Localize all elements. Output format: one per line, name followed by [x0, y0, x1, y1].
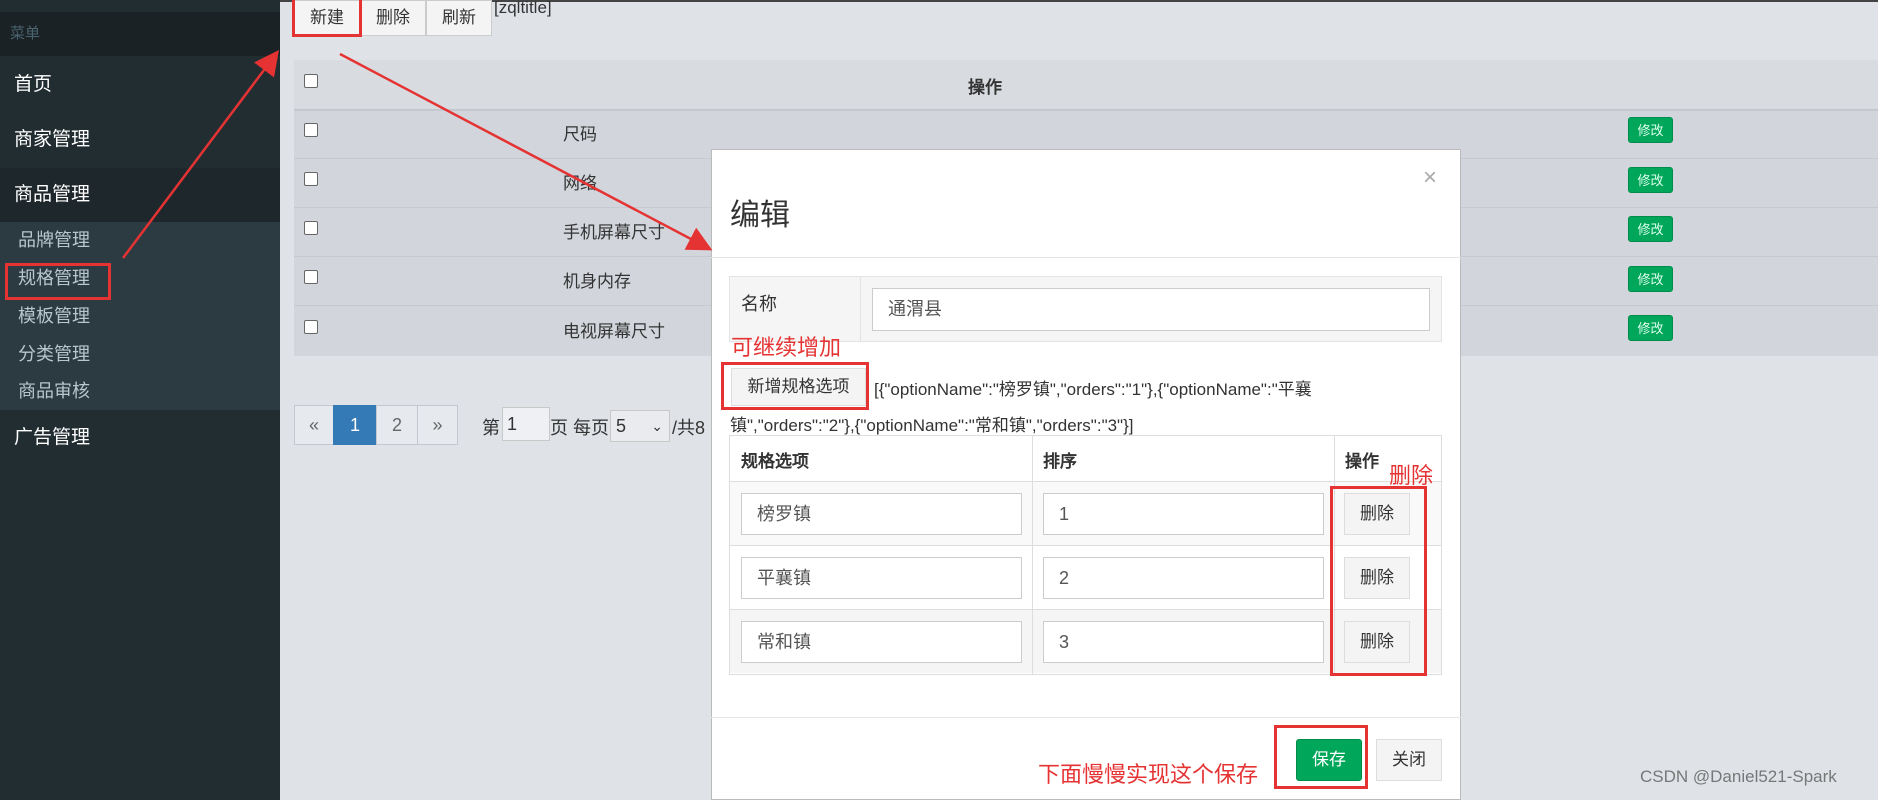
annotation-arrow-spec-to-new [122, 50, 279, 259]
watermark: CSDN @Daniel521-Spark [1640, 767, 1837, 786]
annotation-arrow-new-to-modal [339, 52, 713, 251]
annotation-arrows [122, 50, 713, 259]
